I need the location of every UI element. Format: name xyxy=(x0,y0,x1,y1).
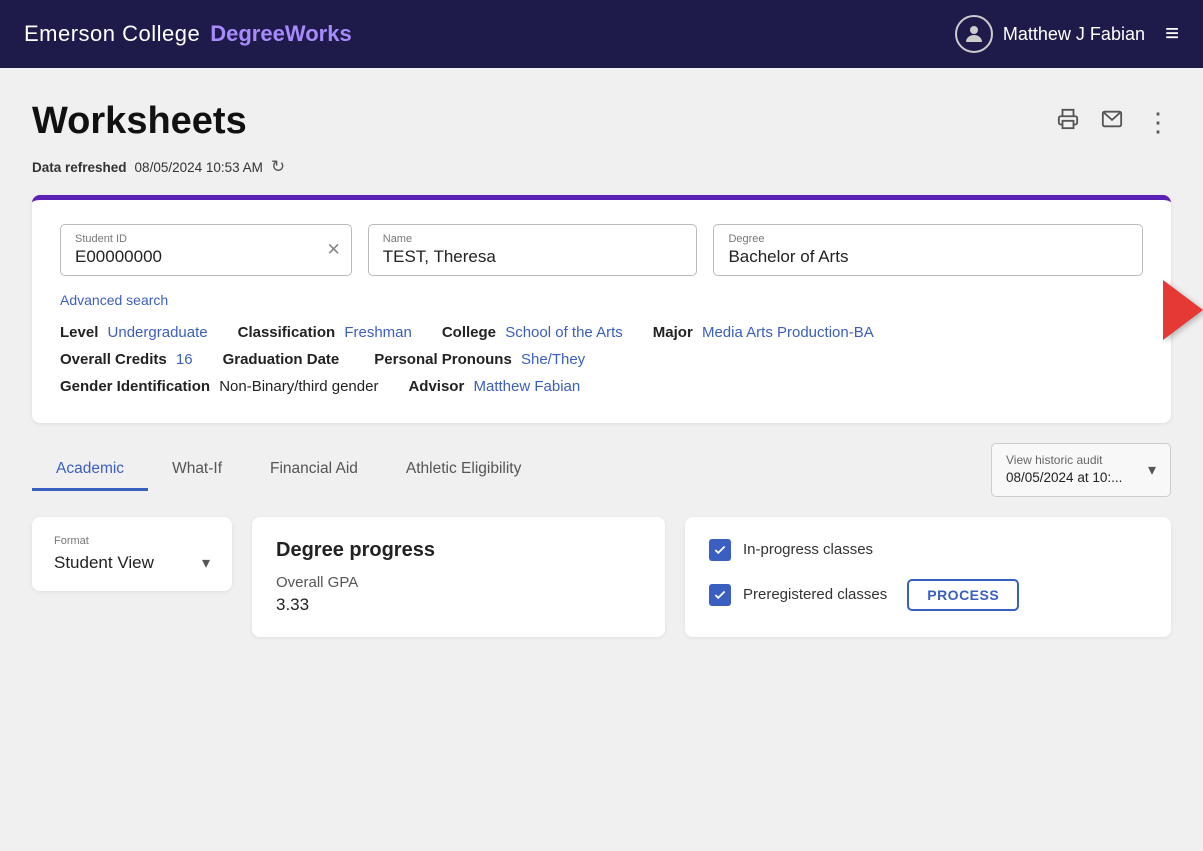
view-historic-label: View historic audit xyxy=(1006,452,1140,469)
degree-label: Degree xyxy=(728,233,1128,245)
page-title-row: Worksheets ⋮ xyxy=(32,100,1171,143)
tab-financial-aid[interactable]: Financial Aid xyxy=(246,448,382,491)
checkboxes-card: In-progress classes Preregistered classe… xyxy=(685,517,1171,637)
major-item: Major Media Arts Production-BA xyxy=(653,324,874,341)
advisor-label: Advisor xyxy=(408,378,464,395)
tabs-left: Academic What-If Financial Aid Athletic … xyxy=(32,448,545,491)
process-button[interactable]: PROCESS xyxy=(907,579,1019,611)
advanced-search-link[interactable]: Advanced search xyxy=(60,292,168,308)
info-row-1: Level Undergraduate Classification Fresh… xyxy=(60,324,1143,341)
personal-pronouns-item: Personal Pronouns She/They xyxy=(374,351,585,368)
graduation-date-label: Graduation Date xyxy=(223,351,340,368)
email-icon[interactable] xyxy=(1101,108,1123,136)
degree-progress-title: Degree progress xyxy=(276,539,641,562)
user-name: Matthew J Fabian xyxy=(1003,24,1145,45)
major-value: Media Arts Production-BA xyxy=(702,324,874,341)
clear-icon[interactable]: ✕ xyxy=(327,240,341,260)
more-options-icon[interactable]: ⋮ xyxy=(1145,109,1171,135)
page-actions: ⋮ xyxy=(1057,108,1171,136)
red-arrow xyxy=(1163,275,1203,349)
checkbox-in-progress[interactable] xyxy=(709,539,731,561)
student-fields-row: Student ID E00000000 ✕ Name TEST, Theres… xyxy=(60,224,1143,276)
classification-value: Freshman xyxy=(344,324,412,341)
name-label: Name xyxy=(383,233,683,245)
name-field: Name TEST, Theresa xyxy=(368,224,698,276)
refresh-icon[interactable]: ↻ xyxy=(271,157,285,177)
classification-label: Classification xyxy=(238,324,336,341)
checkbox-preregistered-label: Preregistered classes xyxy=(743,586,887,603)
chevron-down-icon: ▾ xyxy=(1148,460,1156,480)
degree-field: Degree Bachelor of Arts xyxy=(713,224,1143,276)
student-id-field: Student ID E00000000 ✕ xyxy=(60,224,352,276)
tab-athletic-eligibility[interactable]: Athletic Eligibility xyxy=(382,448,545,491)
header-right: Matthew J Fabian ≡ xyxy=(955,15,1179,53)
degree-progress-card: Degree progress Overall GPA 3.33 xyxy=(252,517,665,637)
degree-value[interactable]: Bachelor of Arts xyxy=(728,247,1128,267)
format-value: Student View xyxy=(54,553,154,573)
gender-id-item: Gender Identification Non-Binary/third g… xyxy=(60,378,378,395)
view-historic-text: View historic audit 08/05/2024 at 10:... xyxy=(1006,452,1140,488)
hamburger-icon[interactable]: ≡ xyxy=(1165,20,1179,48)
checkbox-in-progress-label: In-progress classes xyxy=(743,541,873,558)
college-label: College xyxy=(442,324,496,341)
bottom-section: Format Student View ▾ Degree progress Ov… xyxy=(32,497,1171,637)
advisor-value: Matthew Fabian xyxy=(473,378,580,395)
gender-id-label: Gender Identification xyxy=(60,378,210,395)
advisor-item: Advisor Matthew Fabian xyxy=(408,378,580,395)
personal-pronouns-value: She/They xyxy=(521,351,585,368)
checkbox-row-2: Preregistered classes PROCESS xyxy=(709,579,1147,611)
gpa-label: Overall GPA xyxy=(276,574,641,591)
checkbox-preregistered[interactable] xyxy=(709,584,731,606)
gender-id-value: Non-Binary/third gender xyxy=(219,378,378,395)
format-select[interactable]: Student View ▾ xyxy=(54,553,210,573)
classification-item: Classification Freshman xyxy=(238,324,412,341)
student-id-value[interactable]: E00000000 xyxy=(75,247,315,267)
format-chevron-icon: ▾ xyxy=(202,553,210,573)
user-avatar-icon xyxy=(955,15,993,53)
gpa-value: 3.33 xyxy=(276,595,641,615)
format-label: Format xyxy=(54,535,210,547)
overall-credits-label: Overall Credits xyxy=(60,351,167,368)
print-icon[interactable] xyxy=(1057,108,1079,136)
name-value[interactable]: TEST, Theresa xyxy=(383,247,683,267)
info-row-2: Overall Credits 16 Graduation Date Perso… xyxy=(60,351,1143,368)
tab-what-if[interactable]: What-If xyxy=(148,448,246,491)
graduation-date-item: Graduation Date xyxy=(223,351,345,368)
level-item: Level Undergraduate xyxy=(60,324,208,341)
data-refreshed-value: 08/05/2024 10:53 AM xyxy=(135,160,263,175)
page-title: Worksheets xyxy=(32,100,247,143)
header-logo: Emerson College DegreeWorks xyxy=(24,21,352,47)
overall-credits-value: 16 xyxy=(176,351,193,368)
overall-credits-item: Overall Credits 16 xyxy=(60,351,193,368)
view-historic-value: 08/05/2024 at 10:... xyxy=(1006,469,1140,488)
logo-sub: DegreeWorks xyxy=(210,21,351,47)
level-label: Level xyxy=(60,324,98,341)
college-item: College School of the Arts xyxy=(442,324,623,341)
personal-pronouns-label: Personal Pronouns xyxy=(374,351,512,368)
view-historic-btn[interactable]: View historic audit 08/05/2024 at 10:...… xyxy=(991,443,1171,497)
main-content: Worksheets ⋮ Data refreshed 08/05/2024 1… xyxy=(0,68,1203,851)
checkbox-row-1: In-progress classes xyxy=(709,539,1147,561)
info-row-3: Gender Identification Non-Binary/third g… xyxy=(60,378,1143,395)
data-refreshed-row: Data refreshed 08/05/2024 10:53 AM ↻ xyxy=(32,157,1171,177)
app-header: Emerson College DegreeWorks Matthew J Fa… xyxy=(0,0,1203,68)
data-refreshed-label: Data refreshed xyxy=(32,160,127,175)
student-id-label: Student ID xyxy=(75,233,315,245)
tabs-row: Academic What-If Financial Aid Athletic … xyxy=(32,443,1171,497)
format-card: Format Student View ▾ xyxy=(32,517,232,591)
student-card: Student ID E00000000 ✕ Name TEST, Theres… xyxy=(32,195,1171,423)
college-value: School of the Arts xyxy=(505,324,623,341)
user-profile[interactable]: Matthew J Fabian xyxy=(955,15,1145,53)
tab-academic[interactable]: Academic xyxy=(32,448,148,491)
level-value: Undergraduate xyxy=(108,324,208,341)
logo-text: Emerson College xyxy=(24,21,200,47)
major-label: Major xyxy=(653,324,693,341)
